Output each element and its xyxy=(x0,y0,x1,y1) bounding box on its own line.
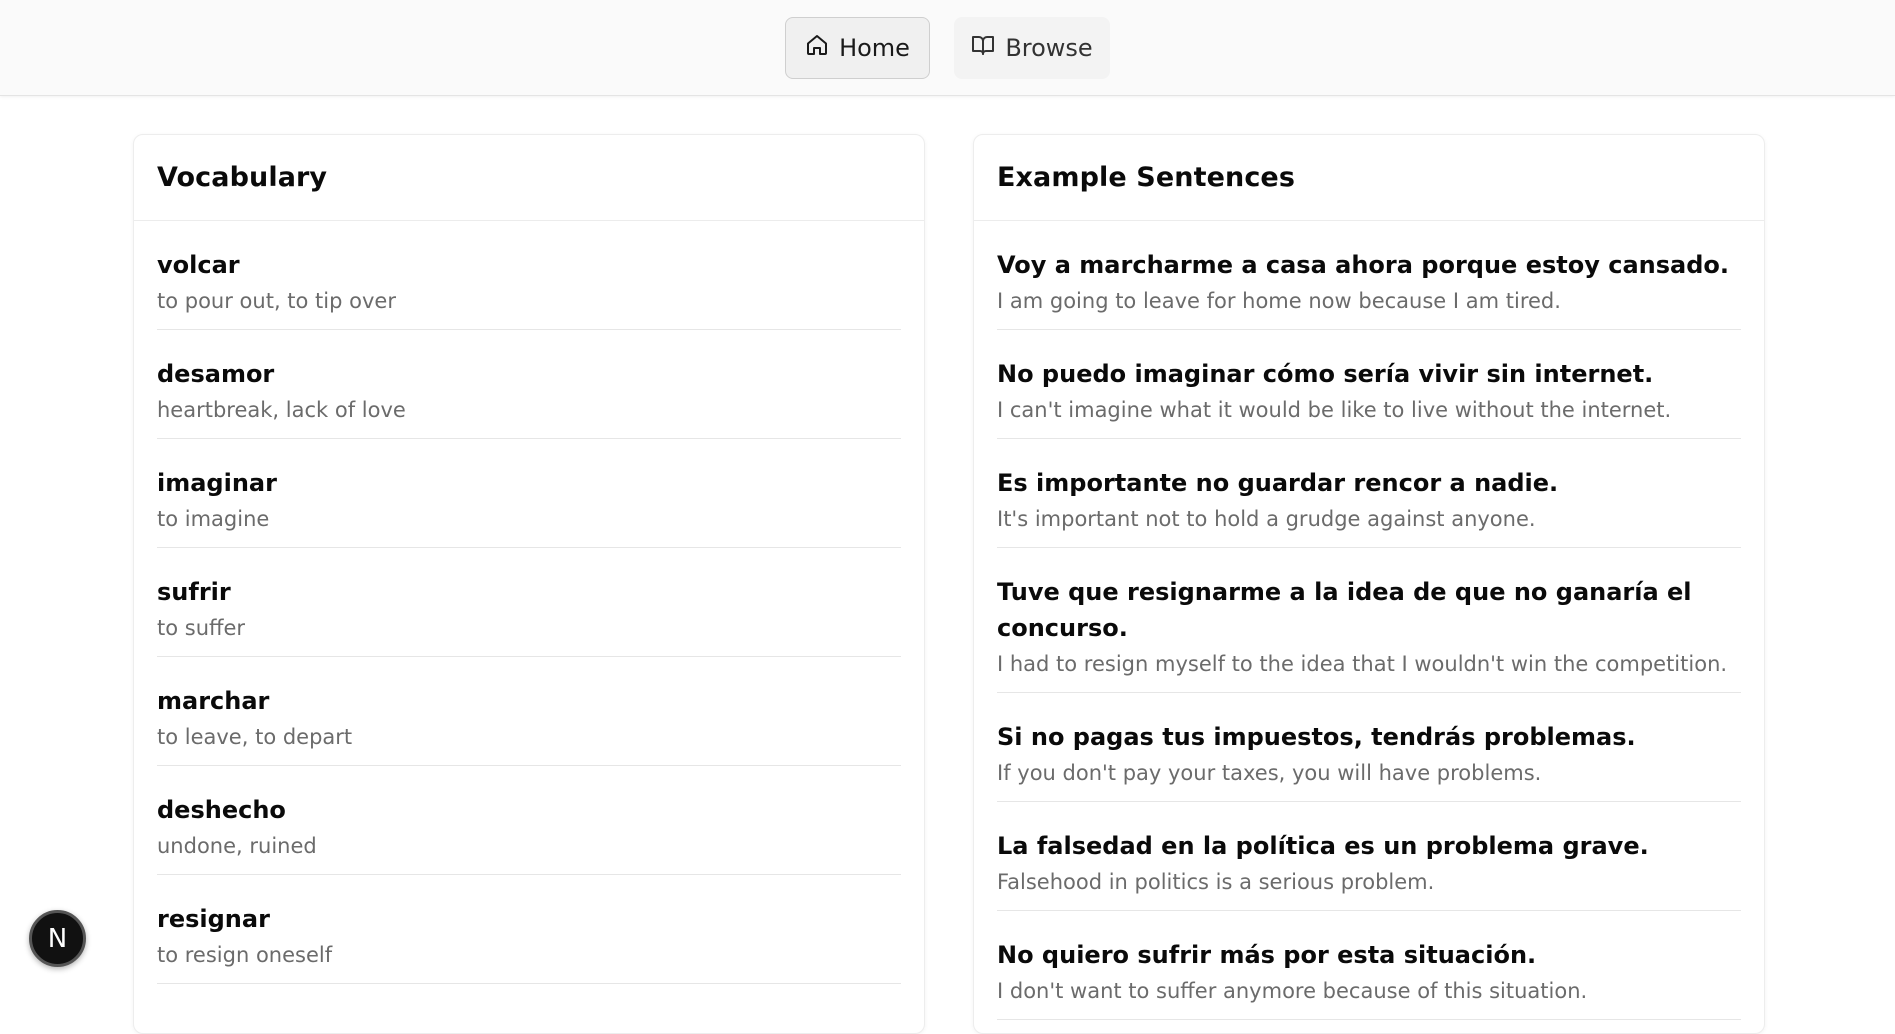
vocabulary-list: volcar to pour out, to tip over desamor … xyxy=(134,221,924,984)
browse-nav-button[interactable]: Browse xyxy=(954,16,1110,79)
example-sentences-card: Example Sentences Voy a marcharme a casa… xyxy=(973,134,1765,1034)
example-sentence: Tuve que resignarme a la idea de que no … xyxy=(997,578,1692,642)
example-sentence: Voy a marcharme a casa ahora porque esto… xyxy=(997,251,1729,279)
example-item: Tuve que resignarme a la idea de que no … xyxy=(997,548,1741,693)
example-item: Si no pagas tus impuestos, tendrás probl… xyxy=(997,693,1741,802)
example-item: Es importante no guardar rencor a nadie.… xyxy=(997,439,1741,548)
home-icon xyxy=(805,33,829,63)
vocabulary-term: volcar xyxy=(157,251,240,279)
example-sentences-card-header: Example Sentences xyxy=(974,135,1764,221)
example-translation: I don't want to suffer anymore because o… xyxy=(997,979,1588,1003)
vocabulary-term: imaginar xyxy=(157,469,277,497)
example-translation: I can't imagine what it would be like to… xyxy=(997,398,1672,422)
example-sentence: Es importante no guardar rencor a nadie. xyxy=(997,469,1559,497)
dev-tools-badge[interactable]: N xyxy=(29,910,86,967)
vocabulary-term: resignar xyxy=(157,905,270,933)
vocabulary-item: sufrir to suffer xyxy=(157,548,901,657)
vocabulary-meaning: to resign oneself xyxy=(157,943,333,967)
vocabulary-term: deshecho xyxy=(157,796,286,824)
vocabulary-item: imaginar to imagine xyxy=(157,439,901,548)
vocabulary-item: marchar to leave, to depart xyxy=(157,657,901,766)
vocabulary-meaning: undone, ruined xyxy=(157,834,317,858)
vocabulary-item: resignar to resign oneself xyxy=(157,875,901,984)
example-translation: Falsehood in politics is a serious probl… xyxy=(997,870,1435,894)
vocabulary-item: deshecho undone, ruined xyxy=(157,766,901,875)
example-item: La falsedad en la política es un problem… xyxy=(997,802,1741,911)
example-sentence: La falsedad en la política es un problem… xyxy=(997,832,1649,860)
example-translation: It's important not to hold a grudge agai… xyxy=(997,507,1536,531)
example-item: No quiero sufrir más por esta situación.… xyxy=(997,911,1741,1020)
vocabulary-term: desamor xyxy=(157,360,275,388)
example-translation: I had to resign myself to the idea that … xyxy=(997,652,1728,676)
badge-letter: N xyxy=(47,923,68,954)
vocabulary-item: desamor heartbreak, lack of love xyxy=(157,330,901,439)
vocabulary-card-header: Vocabulary xyxy=(134,135,924,221)
vocabulary-item: volcar to pour out, to tip over xyxy=(157,221,901,330)
example-sentence: No puedo imaginar cómo sería vivir sin i… xyxy=(997,360,1654,388)
home-nav-button[interactable]: Home xyxy=(785,16,930,79)
example-sentence: Si no pagas tus impuestos, tendrás probl… xyxy=(997,723,1636,751)
vocabulary-meaning: heartbreak, lack of love xyxy=(157,398,406,422)
vocabulary-meaning: to imagine xyxy=(157,507,270,531)
browse-nav-label: Browse xyxy=(1005,33,1093,62)
vocabulary-term: marchar xyxy=(157,687,270,715)
example-translation: If you don't pay your taxes, you will ha… xyxy=(997,761,1542,785)
example-sentences-list: Voy a marcharme a casa ahora porque esto… xyxy=(974,221,1764,1020)
open-book-icon xyxy=(971,33,995,63)
example-item: Voy a marcharme a casa ahora porque esto… xyxy=(997,221,1741,330)
vocabulary-meaning: to suffer xyxy=(157,616,246,640)
vocabulary-card: Vocabulary volcar to pour out, to tip ov… xyxy=(133,134,925,1034)
example-sentence: No quiero sufrir más por esta situación. xyxy=(997,941,1537,969)
example-sentences-title: Example Sentences xyxy=(997,162,1296,193)
vocabulary-meaning: to pour out, to tip over xyxy=(157,289,396,313)
top-navigation: Home Browse xyxy=(0,0,1895,96)
vocabulary-term: sufrir xyxy=(157,578,231,606)
example-item: No puedo imaginar cómo sería vivir sin i… xyxy=(997,330,1741,439)
example-translation: I am going to leave for home now because… xyxy=(997,289,1561,313)
home-nav-label: Home xyxy=(839,33,910,62)
vocabulary-title: Vocabulary xyxy=(157,162,328,193)
vocabulary-meaning: to leave, to depart xyxy=(157,725,353,749)
